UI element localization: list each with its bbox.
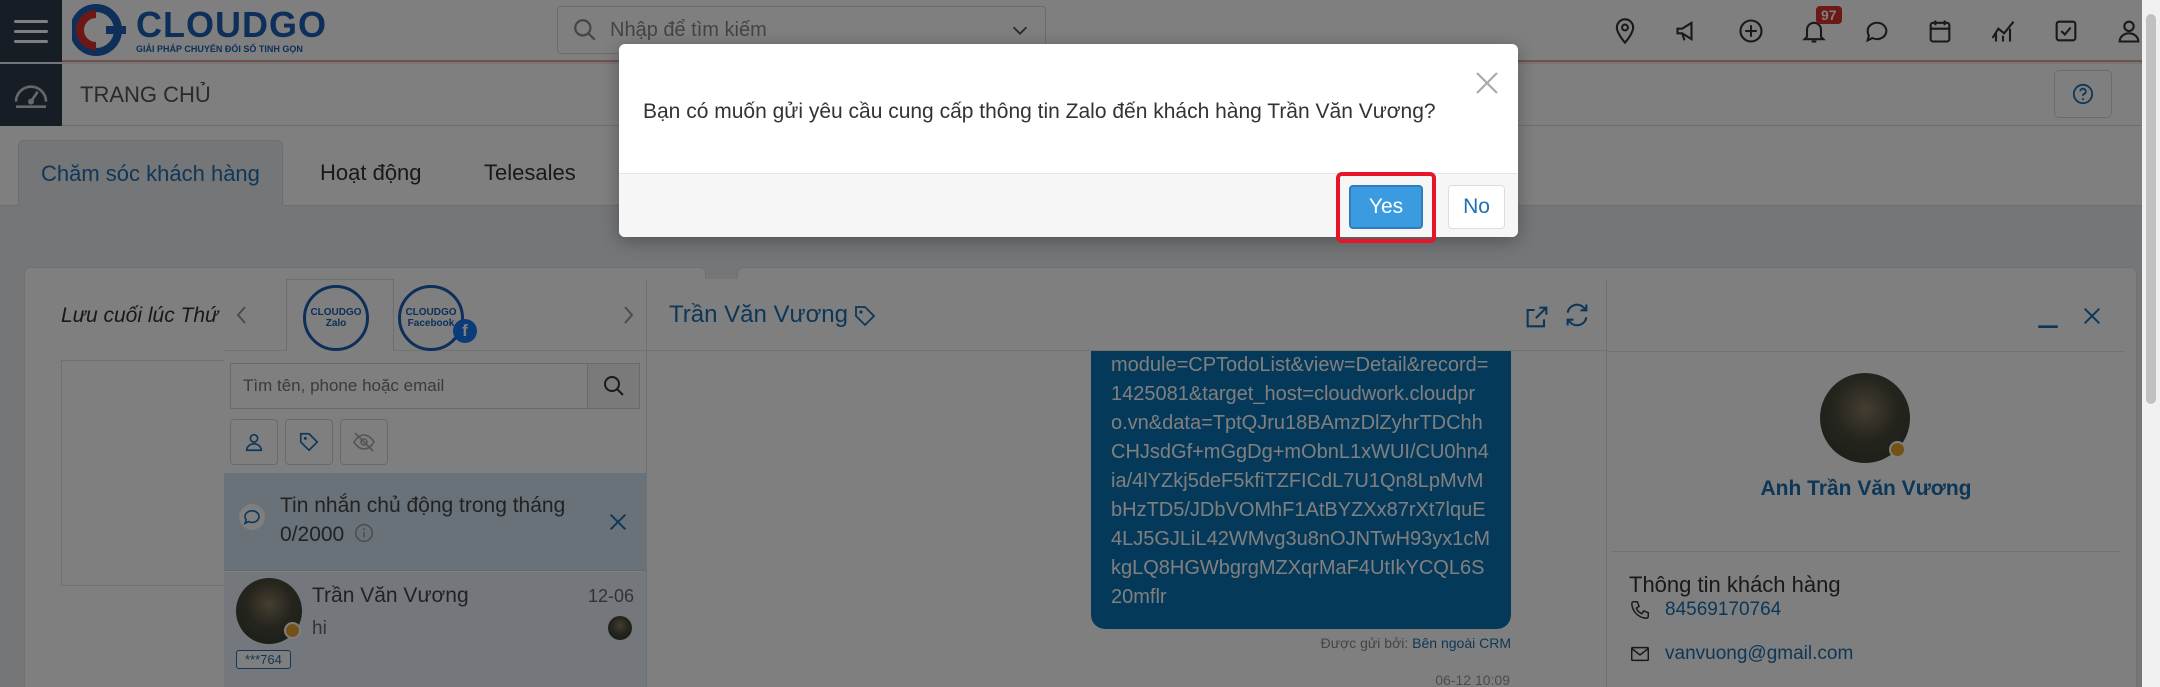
no-button[interactable]: No bbox=[1448, 185, 1505, 229]
dialog-footer: Yes No bbox=[619, 172, 1518, 243]
scrollbar-thumb[interactable] bbox=[2146, 14, 2156, 404]
page-scrollbar[interactable] bbox=[2142, 0, 2160, 687]
confirm-message: Bạn có muốn gửi yêu cầu cung cấp thông t… bbox=[643, 100, 1436, 123]
close-icon[interactable] bbox=[1472, 68, 1502, 98]
yes-button[interactable]: Yes bbox=[1349, 185, 1423, 229]
confirm-dialog: Bạn có muốn gửi yêu cầu cung cấp thông t… bbox=[619, 44, 1518, 243]
